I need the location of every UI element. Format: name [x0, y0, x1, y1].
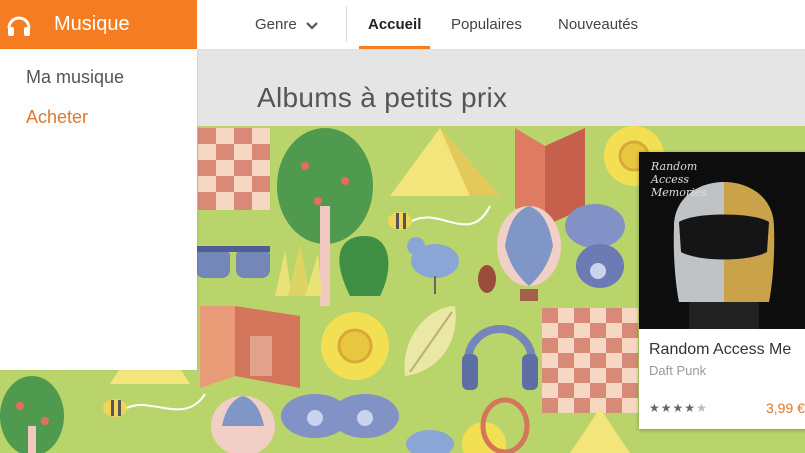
hot-air-balloon-icon	[211, 396, 275, 453]
bee-icon	[388, 205, 491, 230]
album-title[interactable]: Random Access Me	[649, 341, 791, 359]
tree-icon	[0, 376, 64, 453]
genre-dropdown[interactable]: Genre	[255, 0, 319, 49]
top-bar: Musique Genre Accueil Populaires Nouveau…	[0, 0, 805, 50]
star-icon: ★	[684, 401, 697, 415]
plant-icon	[339, 236, 389, 296]
rating-stars: ★★★★★	[649, 401, 708, 415]
headphones-icon	[462, 325, 538, 390]
star-icon: ★	[660, 401, 673, 415]
headphones-icon	[4, 10, 34, 40]
sunflower-icon	[321, 312, 389, 380]
sunglasses-icon	[196, 246, 270, 278]
app-brand[interactable]: Musique	[0, 0, 197, 49]
tab-populaires[interactable]: Populaires	[451, 0, 522, 49]
price-button[interactable]: 3,99 €	[766, 400, 805, 416]
leaf-icon	[404, 306, 456, 376]
sidebar: Ma musique Acheter	[0, 49, 197, 370]
butterfly-icon	[565, 204, 625, 288]
tent-icon	[570, 408, 630, 453]
star-icon: ★	[649, 401, 661, 415]
sidebar-item-acheter[interactable]: Acheter	[26, 107, 88, 128]
bee-icon	[103, 393, 206, 417]
hot-air-balloon-icon	[497, 206, 561, 301]
album-cover: Random Access Memories	[639, 152, 805, 329]
bird-icon	[406, 430, 454, 453]
butterfly-icon	[281, 394, 399, 438]
section-title: Albums à petits prix	[257, 82, 508, 113]
checkerboard-icon	[198, 128, 270, 210]
chevron-down-icon	[305, 18, 319, 32]
checkerboard-icon	[542, 308, 638, 413]
tab-accueil[interactable]: Accueil	[358, 0, 431, 49]
sidebar-item-ma-musique[interactable]: Ma musique	[26, 67, 124, 88]
album-artist[interactable]: Daft Punk	[649, 363, 706, 378]
star-half-icon: ★	[696, 401, 708, 415]
app-title: Musique	[54, 13, 130, 35]
album-cover-title: Random Access Memories	[651, 160, 707, 199]
tab-nouveautes[interactable]: Nouveautés	[558, 0, 638, 49]
star-icon: ★	[672, 401, 685, 415]
album-card[interactable]: Random Access Memories Random Access Me …	[639, 152, 805, 429]
tent-icon	[390, 128, 500, 196]
beetle-icon	[478, 265, 496, 293]
divider	[346, 6, 347, 42]
house-icon	[200, 306, 300, 388]
bird-icon	[407, 237, 459, 294]
genre-label: Genre	[255, 16, 297, 33]
grass-icon	[275, 244, 322, 296]
